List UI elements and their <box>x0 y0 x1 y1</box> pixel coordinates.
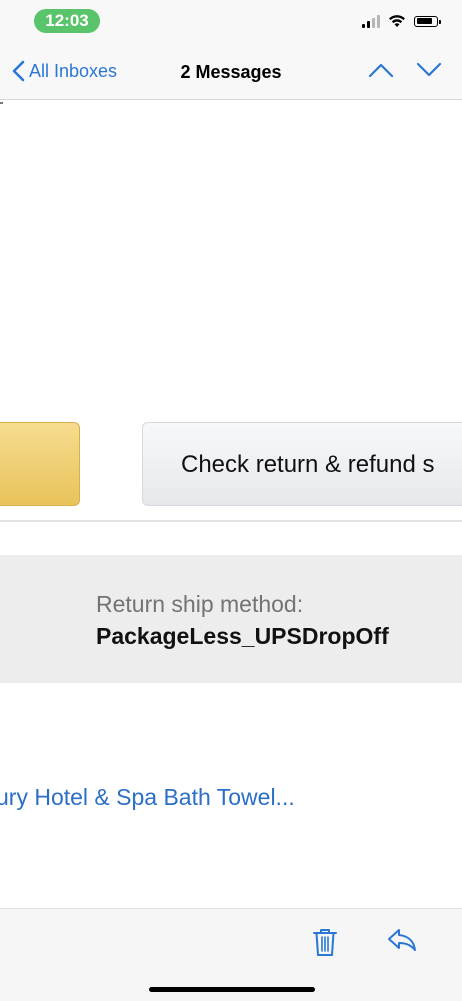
wifi-icon <box>389 15 405 27</box>
reply-icon <box>388 929 416 951</box>
check-return-refund-button[interactable]: Check return & refund s <box>142 422 462 506</box>
chevron-down-icon <box>416 62 442 77</box>
navigation-bar: All Inboxes 2 Messages <box>0 44 462 100</box>
previous-message-button[interactable] <box>368 62 394 83</box>
chevron-up-icon <box>368 63 394 78</box>
back-button[interactable]: All Inboxes <box>12 60 117 82</box>
return-info-panel: Return ship method: PackageLess_UPSDropO… <box>0 555 462 683</box>
return-ship-method-value: PackageLess_UPSDropOff <box>96 623 389 649</box>
reply-button[interactable] <box>386 927 418 958</box>
status-time: 12:03 <box>34 9 100 33</box>
chevron-left-icon <box>12 60 25 82</box>
return-ship-method-label: Return ship method: <box>96 591 304 617</box>
primary-action-button[interactable] <box>0 422 80 506</box>
battery-icon <box>414 15 441 27</box>
status-bar: 12:03 <box>0 0 462 44</box>
product-link[interactable]: ury Hotel & Spa Bath Towel... <box>0 784 295 811</box>
back-button-label: All Inboxes <box>29 60 118 81</box>
home-indicator <box>149 987 315 992</box>
next-message-button[interactable] <box>416 62 442 83</box>
trash-button[interactable] <box>312 927 338 962</box>
scroll-edge-mark <box>0 102 3 104</box>
trash-icon <box>313 929 337 956</box>
cellular-signal-icon <box>362 14 380 28</box>
status-icons <box>362 14 441 28</box>
content-divider <box>0 520 462 522</box>
bottom-toolbar <box>0 908 462 1001</box>
